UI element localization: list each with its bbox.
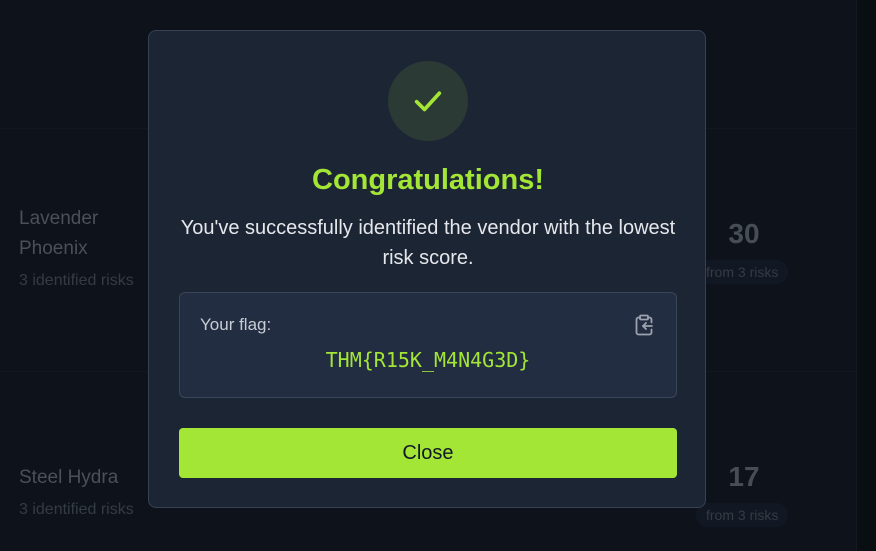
flag-label: Your flag:	[200, 315, 272, 334]
modal-message: You've successfully identified the vendo…	[180, 217, 676, 269]
check-icon	[414, 91, 442, 112]
page: Lavender Phoenix 3 identified risks 30 f…	[0, 0, 876, 551]
close-button[interactable]: Close	[179, 428, 677, 478]
clipboard-copy-icon[interactable]	[632, 313, 656, 337]
modal-title: Congratulations!	[312, 164, 544, 196]
success-modal: Congratulations! You've successfully ide…	[148, 30, 706, 508]
flag-value[interactable]: THM{R15K_M4N4G3D}	[180, 348, 676, 372]
flag-box: Your flag: THM{R15K_M4N4G3D}	[179, 292, 677, 398]
check-icon-circle	[388, 61, 468, 141]
